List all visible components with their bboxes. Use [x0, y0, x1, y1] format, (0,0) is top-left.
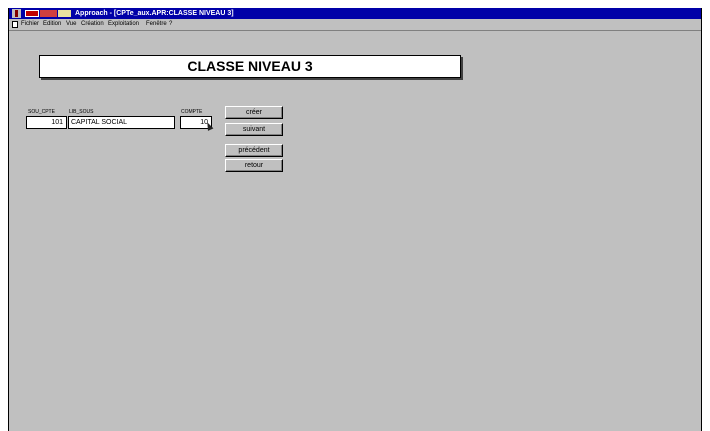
menu-exploitation[interactable]: Exploitation — [108, 19, 139, 30]
menu-vue[interactable]: Vue — [66, 19, 76, 30]
precedent-button[interactable]: précédent — [225, 144, 283, 157]
suivant-button[interactable]: suivant — [225, 123, 283, 136]
lib-sous-field[interactable]: CAPITAL SOCIAL — [68, 116, 175, 129]
sou-cpte-field[interactable]: 101 — [26, 116, 67, 129]
menu-creation[interactable]: Création — [81, 19, 104, 30]
menu-help[interactable]: ? — [169, 19, 172, 30]
menu-bar: Fichier Edition Vue Création Exploitatio… — [9, 19, 701, 31]
sou-cpte-label: SOU_CPTE — [28, 109, 55, 115]
form-heading: CLASSE NIVEAU 3 — [187, 58, 313, 74]
compte-label: COMPTE — [181, 109, 203, 115]
mouse-pointer-icon — [204, 121, 214, 131]
brand-logo — [25, 10, 71, 17]
form-heading-box: CLASSE NIVEAU 3 — [39, 55, 461, 78]
creer-button[interactable]: créer — [225, 106, 283, 119]
menu-fenetre[interactable]: Fenêtre — [146, 19, 167, 30]
title-bar: Approach - [CPTe_aux.APR:CLASSE NIVEAU 3… — [9, 8, 701, 19]
application-window: Approach - [CPTe_aux.APR:CLASSE NIVEAU 3… — [8, 8, 702, 431]
window-title: Approach - [CPTe_aux.APR:CLASSE NIVEAU 3… — [75, 10, 234, 17]
lib-sous-label: LIB_SOUS — [69, 109, 94, 115]
menu-edition[interactable]: Edition — [43, 19, 61, 30]
retour-button[interactable]: retour — [225, 159, 283, 172]
document-icon[interactable] — [12, 21, 18, 28]
app-icon[interactable] — [12, 9, 21, 18]
menu-fichier[interactable]: Fichier — [21, 19, 39, 30]
